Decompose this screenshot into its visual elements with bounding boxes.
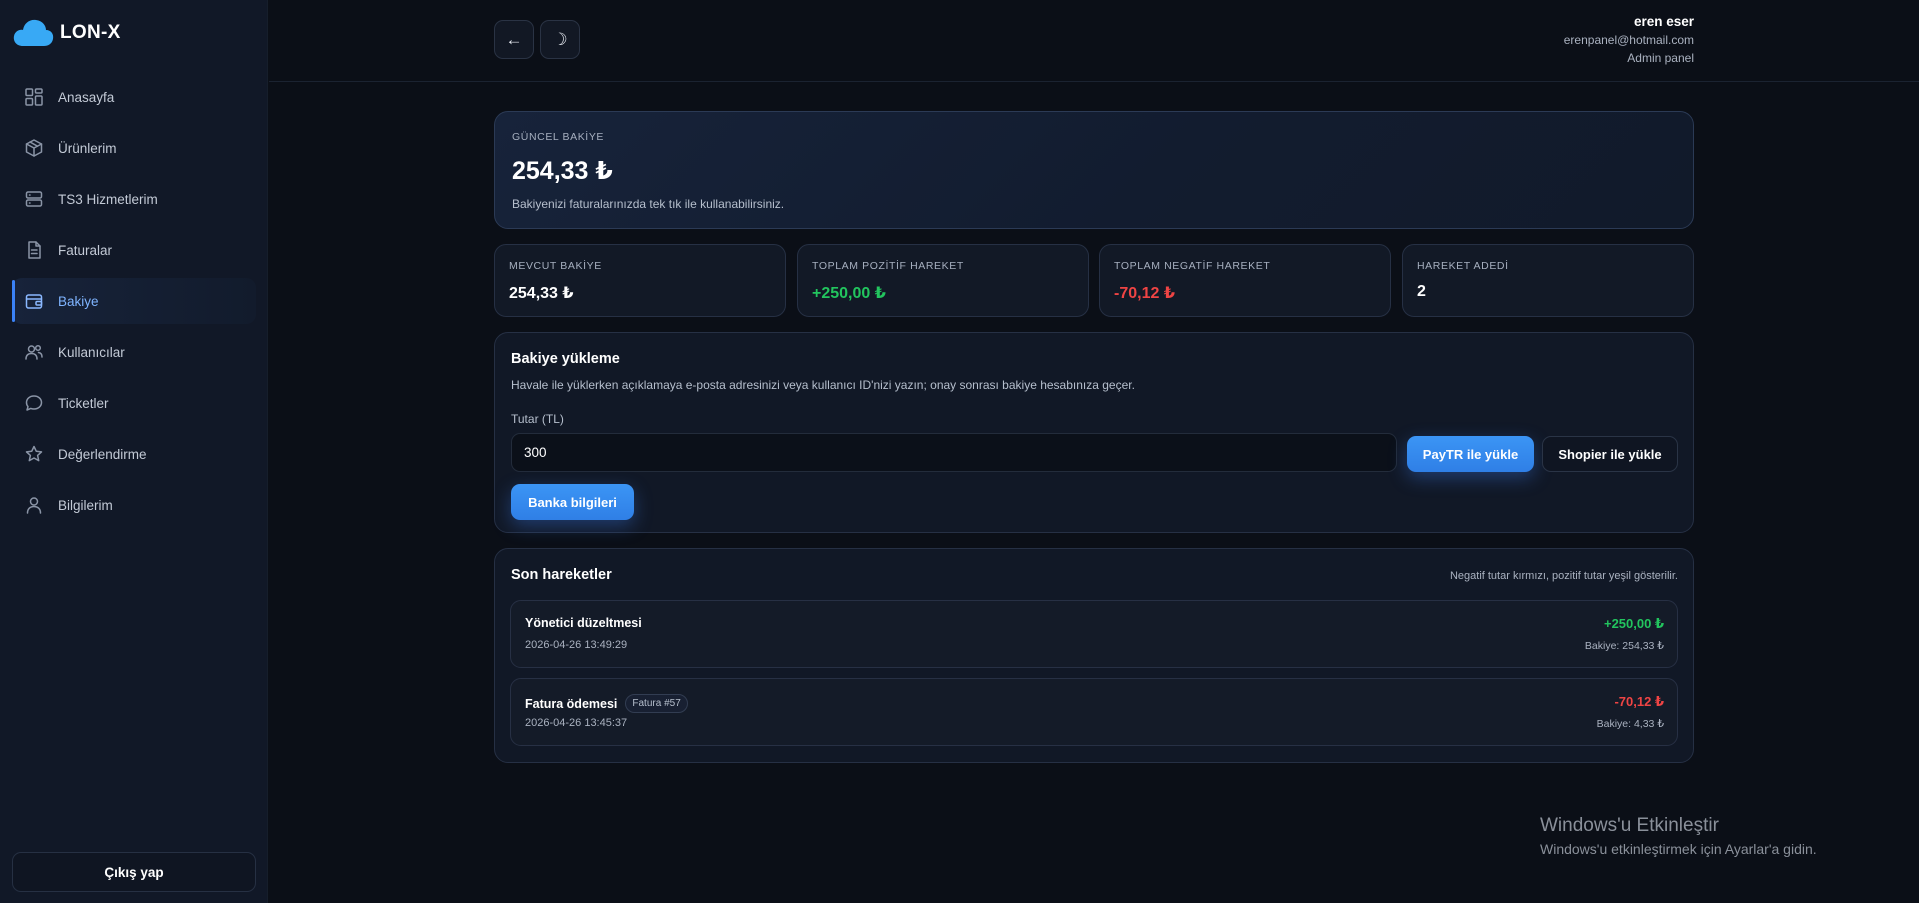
sidebar-item-kullanicilar[interactable]: Kullanıcılar <box>12 329 256 375</box>
transaction-date: 2026-04-26 13:45:37 <box>525 717 628 729</box>
recent-note: Negatif tutar kırmızı, pozitif tutar yeş… <box>1449 570 1678 582</box>
stat-value: 254,33 ₺ <box>509 285 574 302</box>
document-icon <box>24 240 44 260</box>
box-icon <box>24 138 44 158</box>
brand-name: LON-X <box>60 22 121 43</box>
transaction-amount: +250,00 ₺ <box>1603 616 1664 631</box>
current-balance-amount: 254,33 ₺ <box>512 157 613 185</box>
sidebar-item-urunlerim[interactable]: Ürünlerim <box>12 125 256 171</box>
stat-value: -70,12 ₺ <box>1114 285 1175 302</box>
stat-card-transaction-count: HAREKET ADEDİ 2 <box>1402 244 1694 317</box>
sidebar-item-label: Bilgilerim <box>58 497 113 513</box>
recent-transactions-card: Son hareketler Negatif tutar kırmızı, po… <box>494 548 1694 763</box>
dashboard-grid-icon <box>24 87 44 107</box>
wallet-icon <box>24 291 44 311</box>
theme-toggle-button[interactable]: ☽ <box>540 20 580 59</box>
stat-label: TOPLAM NEGATİF HAREKET <box>1114 260 1271 272</box>
stat-card-total-negative: TOPLAM NEGATİF HAREKET -70,12 ₺ <box>1099 244 1391 317</box>
stat-card-current-balance: MEVCUT BAKİYE 254,33 ₺ <box>494 244 786 317</box>
current-balance-card: GÜNCEL BAKİYE 254,33 ₺ Bakiyenizi fatura… <box>494 111 1694 229</box>
sidebar-item-faturalar[interactable]: Faturalar <box>12 227 256 273</box>
current-balance-label: GÜNCEL BAKİYE <box>512 131 605 143</box>
sidebar-item-ticketler[interactable]: Ticketler <box>12 380 256 426</box>
sidebar-item-bakiye[interactable]: Bakiye <box>12 278 256 324</box>
cloud-logo-icon <box>13 19 54 46</box>
transaction-row[interactable]: Fatura ödemesi Fatura #57 2026-04-26 13:… <box>510 678 1678 746</box>
sidebar-item-label: Ürünlerim <box>58 140 117 156</box>
star-icon <box>24 444 44 464</box>
stat-label: MEVCUT BAKİYE <box>509 260 602 272</box>
windows-activation-watermark: Windows'u Etkinleştir Windows'u etkinleş… <box>1540 815 1817 857</box>
sidebar: LON-X Anasayfa Ürünlerim TS3 Hizmetlerim… <box>0 0 268 903</box>
transaction-title-text: Yönetici düzeltmesi <box>525 616 642 630</box>
sidebar-item-degerlendirme[interactable]: Değerlendirme <box>12 431 256 477</box>
invoice-badge[interactable]: Fatura #57 <box>625 694 688 713</box>
transaction-date: 2026-04-26 13:49:29 <box>525 639 628 651</box>
stat-label: TOPLAM POZİTİF HAREKET <box>812 260 964 272</box>
sidebar-item-anasayfa[interactable]: Anasayfa <box>12 74 256 120</box>
user-role: Admin panel <box>1627 51 1694 65</box>
arrow-left-icon: ← <box>505 29 523 49</box>
stat-value: 2 <box>1417 283 1426 300</box>
user-email: erenpanel@hotmail.com <box>1563 33 1694 47</box>
stat-value: +250,00 ₺ <box>812 285 886 302</box>
recent-title: Son hareketler <box>511 567 612 583</box>
topbar: ← ☽ eren eser erenpanel@hotmail.com Admi… <box>269 0 1919 82</box>
transaction-title-text: Fatura ödemesi <box>525 696 618 711</box>
sidebar-item-label: Anasayfa <box>58 89 115 105</box>
stat-card-total-positive: TOPLAM POZİTİF HAREKET +250,00 ₺ <box>797 244 1089 317</box>
sidebar-item-label: Faturalar <box>58 242 113 258</box>
user-info: eren eser erenpanel@hotmail.com Admin pa… <box>1564 14 1694 65</box>
sidebar-item-ts3-hizmetlerim[interactable]: TS3 Hizmetlerim <box>12 176 256 222</box>
users-icon <box>24 342 44 362</box>
server-icon <box>24 189 44 209</box>
transaction-title: Yönetici düzeltmesi <box>525 616 642 630</box>
sidebar-item-label: Bakiye <box>58 293 99 309</box>
balance-topup-card: Bakiye yükleme Havale ile yüklerken açık… <box>494 332 1694 533</box>
moon-icon: ☽ <box>552 29 568 49</box>
sidebar-item-label: TS3 Hizmetlerim <box>58 191 158 207</box>
sidebar-nav: Anasayfa Ürünlerim TS3 Hizmetlerim Fatur… <box>12 74 256 533</box>
transaction-balance: Bakiye: 254,33 ₺ <box>1584 640 1664 652</box>
chat-bubble-icon <box>24 393 44 413</box>
back-button[interactable]: ← <box>494 20 534 59</box>
transaction-amount: -70,12 ₺ <box>1614 694 1664 709</box>
amount-input[interactable] <box>511 433 1397 472</box>
brand[interactable]: LON-X <box>12 16 121 50</box>
transaction-row[interactable]: Yönetici düzeltmesi 2026-04-26 13:49:29 … <box>510 600 1678 668</box>
sidebar-item-label: Değerlendirme <box>58 446 147 462</box>
logout-button[interactable]: Çıkış yap <box>12 852 256 892</box>
shopier-topup-button[interactable]: Shopier ile yükle <box>1542 436 1678 472</box>
transaction-title: Fatura ödemesi Fatura #57 <box>525 694 688 713</box>
stat-label: HAREKET ADEDİ <box>1417 260 1509 272</box>
watermark-title: Windows'u Etkinleştir <box>1540 815 1719 836</box>
current-balance-note: Bakiyenizi faturalarınızda tek tık ile k… <box>512 197 785 211</box>
user-icon <box>24 495 44 515</box>
topup-title: Bakiye yükleme <box>511 351 620 367</box>
sidebar-item-label: Kullanıcılar <box>58 344 125 360</box>
bank-info-button[interactable]: Banka bilgileri <box>511 484 634 520</box>
paytr-topup-button[interactable]: PayTR ile yükle <box>1407 436 1534 472</box>
transaction-balance: Bakiye: 4,33 ₺ <box>1596 718 1664 730</box>
watermark-subtitle: Windows'u etkinleştirmek için Ayarlar'a … <box>1540 841 1817 857</box>
user-name: eren eser <box>1633 14 1694 29</box>
sidebar-item-bilgilerim[interactable]: Bilgilerim <box>12 482 256 528</box>
topup-description: Havale ile yüklerken açıklamaya e-posta … <box>511 378 1135 392</box>
amount-label: Tutar (TL) <box>511 412 564 426</box>
sidebar-item-label: Ticketler <box>58 395 109 411</box>
